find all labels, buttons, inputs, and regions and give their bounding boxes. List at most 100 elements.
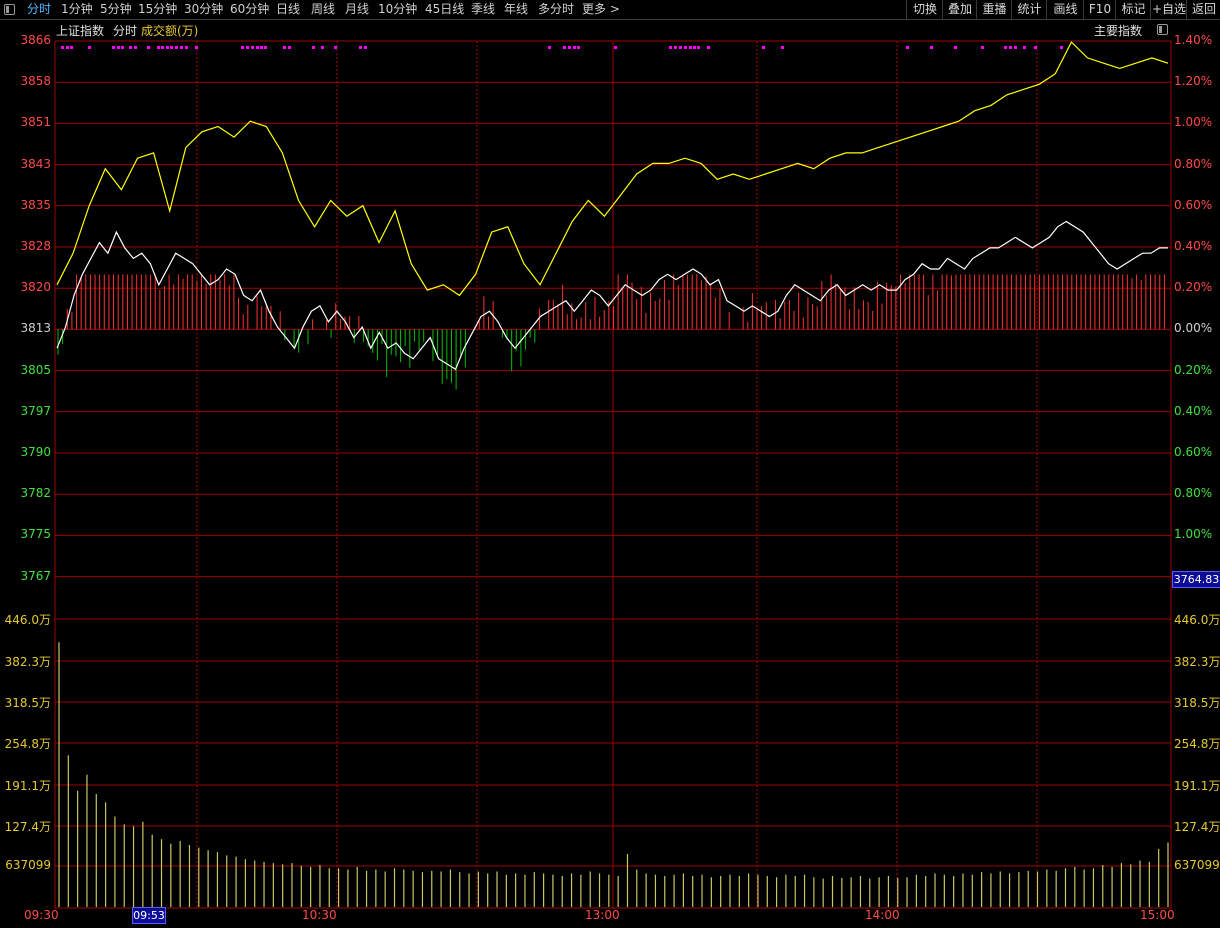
price-tick-label: 3835	[20, 197, 51, 212]
time-label: 10:30	[302, 908, 337, 922]
time-cursor-badge: 09:53	[132, 907, 166, 924]
window-menu-icon[interactable]	[4, 4, 15, 15]
action-button-6[interactable]: 标记	[1115, 0, 1151, 19]
percent-tick-label: 0.20%	[1174, 280, 1213, 295]
volume-tick-left: 446.0万	[4, 613, 51, 627]
main-index-label[interactable]: 主要指数	[1094, 22, 1142, 39]
signal-dot	[568, 46, 571, 49]
signal-dot	[762, 46, 765, 49]
period-tab-11[interactable]: 季线	[471, 1, 495, 17]
period-tab-14[interactable]: 更多 >	[582, 1, 620, 17]
volume-tick-left: 382.3万	[4, 655, 51, 669]
action-button-0[interactable]: 切换	[906, 0, 943, 19]
volume-tick-right: 382.3万	[1174, 655, 1220, 669]
signal-dot	[321, 46, 324, 49]
period-tab-12[interactable]: 年线	[504, 1, 528, 17]
signal-dot	[88, 46, 91, 49]
signal-dot	[1014, 46, 1017, 49]
signal-dot	[161, 46, 164, 49]
signal-dot	[134, 46, 137, 49]
period-tab-7[interactable]: 周线	[311, 1, 335, 17]
signal-dot	[66, 46, 69, 49]
signal-dot	[241, 46, 244, 49]
signal-dot	[251, 46, 254, 49]
action-button-3[interactable]: 统计	[1011, 0, 1047, 19]
percent-tick-label: 0.80%	[1174, 486, 1213, 501]
signal-dot	[283, 46, 286, 49]
signal-dot	[70, 46, 73, 49]
period-tab-5[interactable]: 60分钟	[230, 1, 269, 17]
signal-dot	[1009, 46, 1012, 49]
signal-dot	[781, 46, 784, 49]
volume-tick-left: 254.8万	[4, 737, 51, 751]
price-tick-label: 3843	[20, 156, 51, 171]
signal-dot	[573, 46, 576, 49]
signal-dot	[288, 46, 291, 49]
signal-dot	[707, 46, 710, 49]
price-tick-label: 3820	[20, 280, 51, 295]
panel-toggle-icon[interactable]	[1157, 24, 1168, 35]
period-tab-0[interactable]: 分时	[27, 1, 51, 17]
signal-dot	[693, 46, 696, 49]
percent-tick-label: 1.00%	[1174, 527, 1213, 542]
percent-tick-label: 0.60%	[1174, 445, 1213, 459]
signal-dot	[264, 46, 267, 49]
signal-dot	[112, 46, 115, 49]
volume-tick-right: 254.8万	[1174, 737, 1220, 751]
toolbar: 分时 1分钟 5分钟 15分钟 30分钟 60分钟 日线 周线 月线 10分钟 45日线 季线 年线 多分…	[0, 0, 1220, 20]
signal-dot	[185, 46, 188, 49]
signal-dot	[334, 46, 337, 49]
action-button-4[interactable]: 画线	[1046, 0, 1084, 19]
action-button-8[interactable]: 返回	[1186, 0, 1220, 19]
price-tick-label: 3866	[20, 33, 51, 47]
period-tab-3[interactable]: 15分钟	[138, 1, 177, 17]
percent-tick-label: 0.40%	[1174, 403, 1213, 418]
price-tick-label: 3767	[20, 568, 51, 583]
signal-dot	[157, 46, 160, 49]
signal-dot	[930, 46, 933, 49]
period-tab-13[interactable]: 多分时	[538, 1, 574, 17]
period-tab-1[interactable]: 1分钟	[61, 1, 93, 17]
period-tab-6[interactable]: 日线	[276, 1, 300, 17]
time-label: 13:00	[585, 908, 620, 922]
period-tab-8[interactable]: 月线	[345, 1, 369, 17]
signal-dot	[684, 46, 687, 49]
percent-tick-label: 1.20%	[1174, 74, 1213, 89]
period-tab-2[interactable]: 5分钟	[100, 1, 132, 17]
price-tick-label: 3782	[20, 486, 51, 501]
price-tick-label: 3813	[20, 321, 51, 336]
signal-dot	[166, 46, 169, 49]
period-tab-9[interactable]: 10分钟	[378, 1, 417, 17]
signal-dot	[117, 46, 120, 49]
signal-dot	[246, 46, 249, 49]
period-tab-10[interactable]: 45日线	[425, 1, 464, 17]
period-tab-4[interactable]: 30分钟	[184, 1, 223, 17]
time-label: 14:00	[865, 908, 900, 922]
signal-dot	[1034, 46, 1037, 49]
chart-grid	[54, 40, 1172, 909]
intraday-chart	[54, 40, 1172, 909]
signal-dot	[359, 46, 362, 49]
volume-tick-right: 191.1万	[1174, 779, 1220, 793]
volume-type-label[interactable]: 成交额(万)	[141, 22, 198, 39]
signal-dot	[170, 46, 173, 49]
index-name[interactable]: 上证指数	[56, 22, 104, 39]
signal-dot	[697, 46, 700, 49]
mode-label: 分时	[113, 24, 138, 38]
percent-tick-label: 0.00%	[1174, 321, 1213, 336]
signal-dot	[1023, 46, 1026, 49]
volume-tick-left: 318.5万	[4, 696, 51, 710]
action-button-7[interactable]: +自选	[1150, 0, 1187, 19]
action-button-1[interactable]: 叠加	[942, 0, 977, 19]
volume-tick-left: 191.1万	[4, 779, 51, 793]
signal-dot	[180, 46, 183, 49]
signal-dot	[195, 46, 198, 49]
signal-dot	[679, 46, 682, 49]
action-button-5[interactable]: F10	[1083, 0, 1116, 19]
price-tick-label: 3797	[20, 403, 51, 418]
signal-dot	[175, 46, 178, 49]
signal-dot	[954, 46, 957, 49]
signal-dots	[61, 46, 1063, 49]
signal-dot	[1060, 46, 1063, 49]
action-button-2[interactable]: 重播	[976, 0, 1012, 19]
